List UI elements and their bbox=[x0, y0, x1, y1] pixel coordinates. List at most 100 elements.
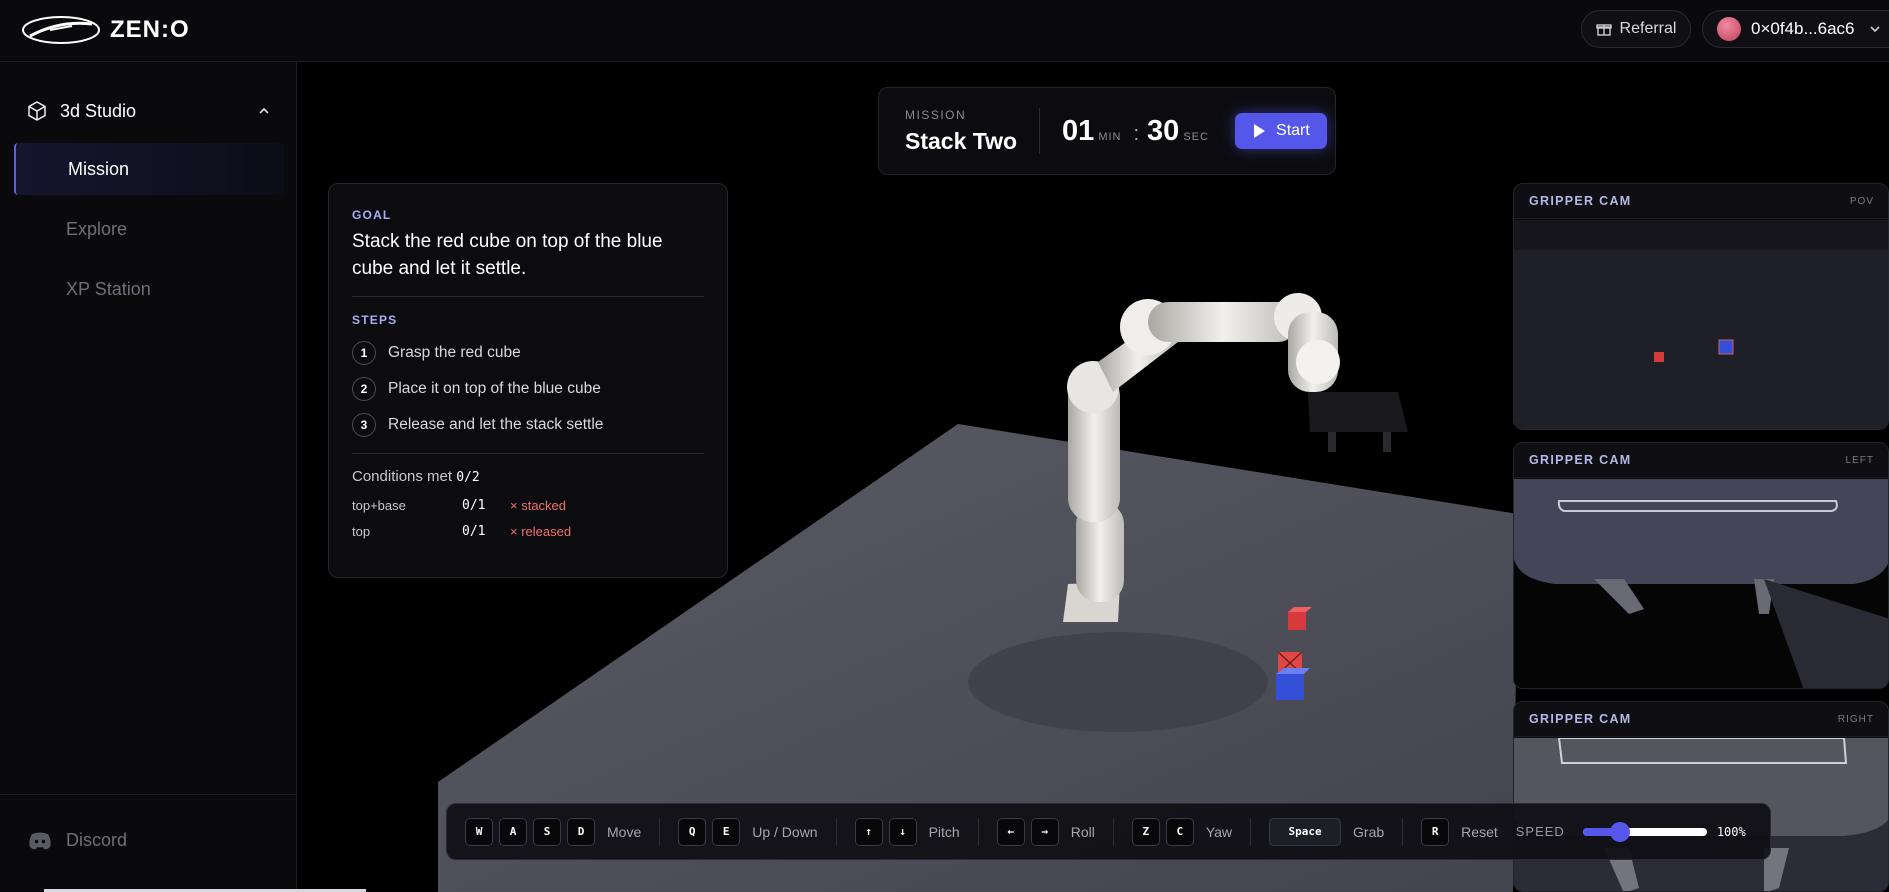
cam-view bbox=[1514, 479, 1888, 688]
start-button[interactable]: Start bbox=[1234, 113, 1327, 149]
key-space[interactable]: Space bbox=[1269, 817, 1342, 846]
avatar bbox=[1717, 17, 1741, 41]
sidebar-item-label: XP Station bbox=[66, 278, 151, 299]
condition-name: top+base bbox=[352, 497, 406, 513]
control-separator bbox=[1250, 817, 1252, 846]
key-w[interactable]: W bbox=[465, 817, 493, 846]
cam-view bbox=[1514, 220, 1888, 429]
speed-slider[interactable] bbox=[1582, 821, 1707, 842]
key-a[interactable]: A bbox=[499, 817, 527, 846]
top-bar: ZEN:O Referral 0×0f4b...6ac6 bbox=[0, 0, 1889, 62]
gripper-cam-left[interactable]: GRIPPER CAM LEFT bbox=[1513, 442, 1889, 689]
cam-header: GRIPPER CAM POV bbox=[1514, 184, 1888, 219]
key-arrow-right[interactable]: → bbox=[1030, 817, 1059, 846]
cam-header: GRIPPER CAM RIGHT bbox=[1514, 702, 1888, 737]
discord-icon bbox=[29, 832, 51, 849]
control-separator bbox=[1112, 817, 1114, 846]
control-label-grab: Grab bbox=[1353, 823, 1385, 840]
cam-tag: RIGHT bbox=[1837, 713, 1874, 725]
speed-label: SPEED bbox=[1515, 824, 1565, 839]
condition-value: 0/1 bbox=[462, 497, 486, 513]
mission-divider bbox=[1039, 108, 1041, 154]
speed-slider-thumb[interactable] bbox=[1610, 821, 1631, 842]
key-q[interactable]: Q bbox=[678, 817, 707, 846]
mission-info: MISSION Stack Two bbox=[905, 108, 1017, 155]
condition-status: × released bbox=[510, 523, 572, 539]
wallet-menu[interactable]: 0×0f4b...6ac6 bbox=[1702, 10, 1889, 48]
sidebar-item-label: Explore bbox=[66, 218, 128, 239]
steps-label: STEPS bbox=[352, 313, 398, 327]
control-label-roll: Roll bbox=[1070, 823, 1095, 840]
control-separator bbox=[659, 817, 661, 846]
step-text: Release and let the stack settle bbox=[388, 416, 604, 433]
gift-icon bbox=[1595, 24, 1612, 36]
sidebar-section-3d-studio[interactable]: 3d Studio bbox=[26, 100, 271, 122]
wallet-address: 0×0f4b...6ac6 bbox=[1751, 19, 1855, 38]
discord-label: Discord bbox=[66, 830, 128, 850]
control-label-pitch: Pitch bbox=[928, 823, 960, 840]
referral-button[interactable]: Referral bbox=[1581, 10, 1691, 48]
condition-row: top 0/1 × released bbox=[352, 519, 704, 543]
condition-name: top bbox=[352, 523, 371, 539]
logo[interactable]: ZEN:O bbox=[20, 14, 190, 46]
key-arrow-up[interactable]: ↑ bbox=[854, 817, 883, 846]
cam-pov-render bbox=[1514, 220, 1888, 429]
sidebar-item-label: Mission bbox=[68, 158, 130, 179]
timer-minutes: 01 bbox=[1062, 114, 1095, 147]
play-icon bbox=[1254, 124, 1266, 138]
condition-value: 0/1 bbox=[462, 523, 486, 539]
control-label-up-down: Up / Down bbox=[752, 823, 818, 840]
key-arrow-down[interactable]: ↓ bbox=[888, 817, 917, 846]
key-c[interactable]: C bbox=[1165, 817, 1194, 846]
key-arrow-left[interactable]: ← bbox=[996, 817, 1025, 846]
control-label-move: Move bbox=[607, 823, 642, 840]
conditions-header: Conditions met 0/2 bbox=[352, 468, 704, 485]
referral-label: Referral bbox=[1619, 20, 1677, 37]
gripper-cam-pov[interactable]: GRIPPER CAM POV bbox=[1513, 183, 1889, 430]
chevron-down-icon bbox=[1869, 26, 1880, 33]
key-r[interactable]: R bbox=[1421, 817, 1450, 846]
timer-colon: : bbox=[1133, 122, 1140, 145]
sidebar-item-xp-station[interactable]: XP Station bbox=[14, 263, 284, 315]
timer-minutes-unit: MIN bbox=[1098, 130, 1122, 143]
key-e[interactable]: E bbox=[712, 817, 741, 846]
step-item: 3 Release and let the stack settle bbox=[352, 407, 704, 443]
key-z[interactable]: Z bbox=[1131, 817, 1160, 846]
chevron-up-icon[interactable] bbox=[257, 104, 271, 118]
key-s[interactable]: S bbox=[533, 817, 561, 846]
step-number: 2 bbox=[352, 377, 376, 401]
timer-seconds: 30 bbox=[1147, 114, 1180, 147]
key-d[interactable]: D bbox=[567, 817, 595, 846]
goal-label: GOAL bbox=[352, 208, 392, 222]
cam-left-render bbox=[1514, 479, 1888, 688]
mission-timer: 01 MIN : 30 SEC bbox=[1062, 115, 1213, 148]
cam-header: GRIPPER CAM LEFT bbox=[1514, 443, 1888, 478]
goal-text: Stack the red cube on top of the blue cu… bbox=[352, 231, 663, 279]
control-separator bbox=[835, 817, 837, 846]
cam-title: GRIPPER CAM bbox=[1529, 453, 1632, 467]
cam-tag: POV bbox=[1849, 195, 1874, 207]
goal-panel: GOAL Stack the red cube on top of the bl… bbox=[328, 183, 728, 578]
sidebar-item-mission[interactable]: Mission bbox=[14, 143, 284, 195]
control-separator bbox=[977, 817, 979, 846]
conditions-value: 0/2 bbox=[456, 470, 480, 485]
discord-link[interactable]: Discord bbox=[28, 830, 127, 851]
robot-shadow bbox=[968, 632, 1268, 732]
step-number: 1 bbox=[352, 341, 376, 365]
mission-name: Stack Two bbox=[905, 127, 1018, 154]
speed-value: 100% bbox=[1716, 824, 1746, 839]
step-number: 3 bbox=[352, 413, 376, 437]
logo-icon bbox=[22, 16, 100, 44]
gripper-cam-right[interactable]: GRIPPER CAM RIGHT bbox=[1513, 701, 1889, 892]
sidebar-section-label: 3d Studio bbox=[60, 100, 137, 121]
control-label-reset: Reset bbox=[1461, 823, 1498, 840]
sidebar-item-explore[interactable]: Explore bbox=[14, 203, 284, 255]
step-text: Place it on top of the blue cube bbox=[388, 380, 601, 397]
step-item: 2 Place it on top of the blue cube bbox=[352, 371, 704, 407]
controls-bar: W A S D Move Q E Up / Down ↑ ↓ Pitch ← →… bbox=[446, 803, 1771, 860]
steps-divider bbox=[352, 453, 704, 454]
timer-seconds-unit: SEC bbox=[1183, 130, 1209, 143]
brand-name: ZEN:O bbox=[110, 16, 190, 43]
conditions-label: Conditions met bbox=[352, 468, 453, 485]
cam-title: GRIPPER CAM bbox=[1529, 712, 1632, 726]
